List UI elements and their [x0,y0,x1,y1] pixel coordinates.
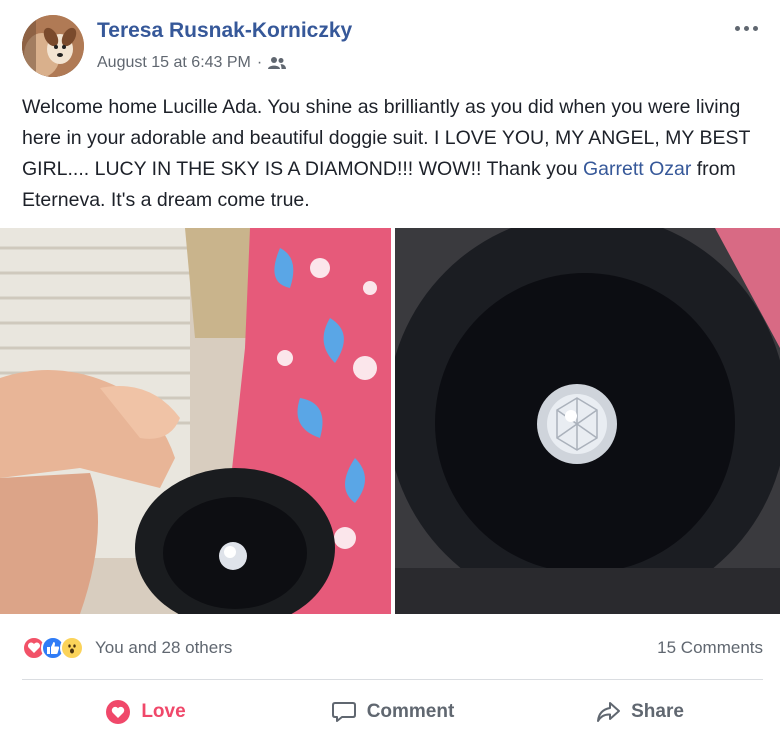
post-body-text: Welcome home Lucille Ada. You shine as b… [22,92,762,216]
comment-icon [331,702,356,722]
actions-divider [22,679,763,680]
post-meta: August 15 at 6:43 PM · [97,54,287,72]
avatar-photo-icon [22,15,84,77]
more-dot-icon [734,25,740,31]
photo-hand-holding-diamond-case [0,228,391,614]
friends-icon[interactable] [268,56,287,70]
post-actions: Love Comment Share [22,690,763,734]
reactions-summary[interactable]: You and 28 others [22,634,232,662]
share-button[interactable]: Share [516,690,763,734]
post-photo-1[interactable] [0,228,391,614]
post-photo-2[interactable] [395,228,780,614]
comment-button[interactable]: Comment [269,690,516,734]
comment-button-label: Comment [366,701,455,722]
reaction-summary-text: You and 28 others [95,638,233,657]
more-dot-icon [752,25,758,31]
love-button-label: Love [141,701,186,722]
meta-separator: · [256,54,263,71]
post-options-button[interactable] [730,16,762,40]
post-timestamp[interactable]: August 15 at 6:43 PM [97,54,251,72]
comments-count-link[interactable]: 15 Comments [657,638,763,658]
wow-reaction-icon [60,636,84,660]
share-icon [597,702,621,722]
love-icon [106,700,131,724]
love-button[interactable]: Love [22,690,269,734]
photo-diamond-closeup [395,228,780,614]
more-dot-icon [743,25,749,31]
post-author-name[interactable]: Teresa Rusnak-Korniczky [97,19,352,43]
share-button-label: Share [631,701,684,722]
author-avatar[interactable] [22,15,84,77]
mention-link[interactable]: Garrett Ozar [583,158,691,180]
facebook-post: Teresa Rusnak-Korniczky August 15 at 6:4… [0,0,780,739]
reaction-icons [22,636,84,660]
